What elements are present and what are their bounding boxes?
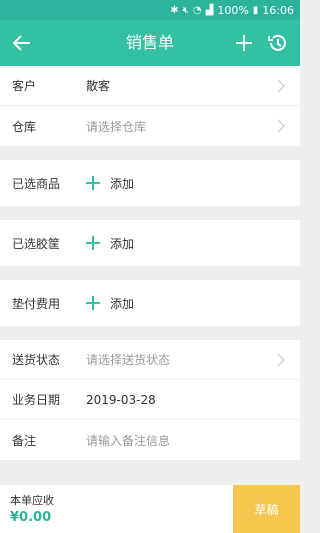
- add-rubber-button[interactable]: 添加: [86, 235, 134, 252]
- battery-icon: ▮: [252, 4, 259, 16]
- note-input[interactable]: 请输入备注信息: [86, 432, 170, 449]
- delivery-label: 送货状态: [12, 353, 61, 367]
- note-row[interactable]: 备注 请输入备注信息: [0, 420, 300, 460]
- date-value: 2019-03-28: [86, 392, 156, 407]
- add-advance-label: 添加: [110, 296, 135, 311]
- add-icon[interactable]: [232, 31, 256, 55]
- customer-label: 客户: [12, 79, 37, 93]
- rubber-row: 已选胶筐 添加: [0, 220, 300, 266]
- total-label: 本单应收: [10, 494, 54, 507]
- add-advance-button[interactable]: 添加: [86, 295, 134, 312]
- clock: 16:06: [262, 3, 294, 17]
- date-row[interactable]: 业务日期 2019-03-28: [0, 380, 300, 420]
- plus-icon: [86, 176, 100, 190]
- goods-label: 已选商品: [12, 176, 61, 191]
- plus-icon: [86, 296, 100, 310]
- advance-row: 垫付费用 添加: [0, 280, 300, 326]
- total-amount: ¥0.00: [10, 510, 52, 525]
- customer-value: 散客: [86, 79, 111, 93]
- footer-bar: 本单应收 ¥0.00 草稿: [0, 485, 300, 533]
- history-icon[interactable]: [266, 31, 290, 55]
- delivery-row[interactable]: 送货状态 请选择送货状态: [0, 340, 300, 380]
- add-goods-button[interactable]: 添加: [86, 175, 134, 192]
- basic-info-group: 客户 散客 仓库 请选择仓库: [0, 66, 300, 146]
- warehouse-placeholder: 请选择仓库: [86, 119, 147, 134]
- add-rubber-label: 添加: [110, 236, 135, 251]
- delivery-placeholder: 请选择送货状态: [86, 353, 171, 367]
- plus-icon: [86, 236, 100, 250]
- rubber-label: 已选胶筐: [12, 236, 61, 251]
- extra-info-group: 送货状态 请选择送货状态 业务日期 2019-03-28 备注 请输入备注信息: [0, 340, 300, 460]
- wifi-icon: ◔: [192, 4, 202, 16]
- draft-button[interactable]: 草稿: [233, 485, 300, 533]
- signal-icon: ▟: [205, 4, 214, 16]
- warehouse-label: 仓库: [12, 119, 37, 134]
- warehouse-row[interactable]: 仓库 请选择仓库: [0, 106, 300, 146]
- customer-row[interactable]: 客户 散客: [0, 66, 300, 106]
- chevron-right-icon: [277, 353, 285, 367]
- goods-row: 已选商品 添加: [0, 160, 300, 206]
- battery-level: 100%: [217, 3, 249, 17]
- note-label: 备注: [12, 433, 37, 448]
- mute-icon: 🔇︎: [182, 4, 189, 16]
- total-summary: 本单应收 ¥0.00: [0, 485, 233, 533]
- status-bar: ✱ 🔇︎ ◔ ▟ 100% ▮ 16:06: [0, 0, 300, 20]
- chevron-right-icon: [277, 119, 285, 133]
- rubber-group: 已选胶筐 添加: [0, 220, 300, 266]
- date-label: 业务日期: [12, 393, 61, 407]
- bluetooth-icon: ✱: [170, 4, 179, 16]
- advance-group: 垫付费用 添加: [0, 280, 300, 326]
- chevron-right-icon: [277, 79, 285, 93]
- app-bar: 销售单: [0, 20, 300, 66]
- add-goods-label: 添加: [110, 176, 135, 191]
- advance-label: 垫付费用: [12, 296, 61, 311]
- goods-group: 已选商品 添加: [0, 160, 300, 206]
